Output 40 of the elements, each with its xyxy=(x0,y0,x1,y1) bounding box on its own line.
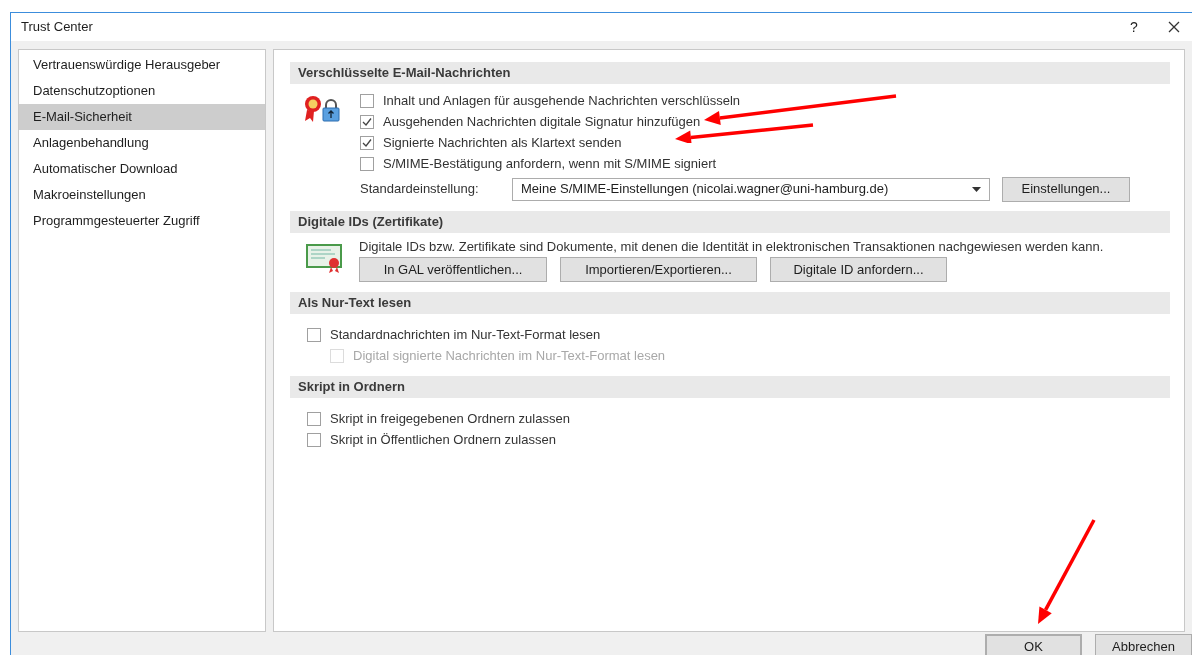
checkbox[interactable] xyxy=(360,114,374,129)
checkbox[interactable] xyxy=(360,93,374,108)
close-icon[interactable] xyxy=(1168,21,1180,33)
section-header: Skript in Ordnern xyxy=(290,376,1170,398)
section-header: Als Nur-Text lesen xyxy=(290,292,1170,314)
checkbox-label: Signierte Nachrichten als Klartext senden xyxy=(383,132,622,153)
sidebar-item[interactable]: Datenschutzoptionen xyxy=(19,78,265,104)
sidebar-item[interactable]: E-Mail-Sicherheit xyxy=(19,104,265,130)
sidebar-item[interactable]: Vertrauenswürdige Herausgeber xyxy=(19,52,265,78)
button[interactable]: Digitale ID anfordern... xyxy=(770,257,947,282)
sidebar-item[interactable]: Programmgesteuerter Zugriff xyxy=(19,208,265,234)
sidebar-item[interactable]: Automatischer Download xyxy=(19,156,265,182)
checkbox-label: Skript in Öffentlichen Ordnern zulassen xyxy=(330,430,556,449)
button[interactable]: Importieren/Exportieren... xyxy=(560,257,757,282)
button[interactable]: In GAL veröffentlichen... xyxy=(359,257,547,282)
section-header: Verschlüsselte E-Mail-Nachrichten xyxy=(290,62,1170,84)
checkbox[interactable] xyxy=(307,327,321,342)
certificate-icon xyxy=(306,243,344,273)
checkbox-label: Standardnachrichten im Nur-Text-Format lesen xyxy=(330,325,601,344)
checkbox[interactable] xyxy=(360,156,374,171)
sidebar-item[interactable]: Anlagenbehandlung xyxy=(19,130,265,156)
button[interactable]: Abbrechen xyxy=(1095,634,1192,655)
checkbox-label: S/MIME-Bestätigung anfordern, wenn mit S/MIME signiert xyxy=(383,154,717,173)
description-text: Digitale IDs bzw. Zertifikate sind Dokumente, mit denen die Identität in elektronischen Transaktionen nachgewiesen werden kann. xyxy=(359,239,1105,254)
field-label: Standardeinstellung: xyxy=(360,180,480,199)
checkbox-label: Digital signierte Nachrichten im Nur-Text-Format lesen xyxy=(353,346,666,365)
sidebar-item[interactable]: Makroeinstellungen xyxy=(19,182,265,208)
checkbox[interactable] xyxy=(307,411,321,426)
checkbox-label: Ausgehenden Nachrichten digitale Signatur hinzufügen xyxy=(383,111,701,132)
window-title: Trust Center xyxy=(21,18,93,37)
checkbox[interactable] xyxy=(307,432,321,447)
certificate-lock-icon xyxy=(304,94,342,124)
help-button[interactable]: ? xyxy=(1124,16,1144,38)
checkbox-label: Skript in freigegebenen Ordnern zulassen xyxy=(330,409,570,428)
caret-icon xyxy=(972,186,981,192)
button[interactable]: Einstellungen... xyxy=(1002,176,1130,202)
section-header: Digitale IDs (Zertifikate) xyxy=(290,211,1170,233)
checkbox-label: Inhalt und Anlagen für ausgehende Nachrichten verschlüsseln xyxy=(383,91,741,110)
dropdown[interactable]: Meine S/MIME-Einstellungen (nicolai.wagner@uni-hamburg.de) xyxy=(512,177,990,201)
checkbox[interactable] xyxy=(360,135,374,150)
